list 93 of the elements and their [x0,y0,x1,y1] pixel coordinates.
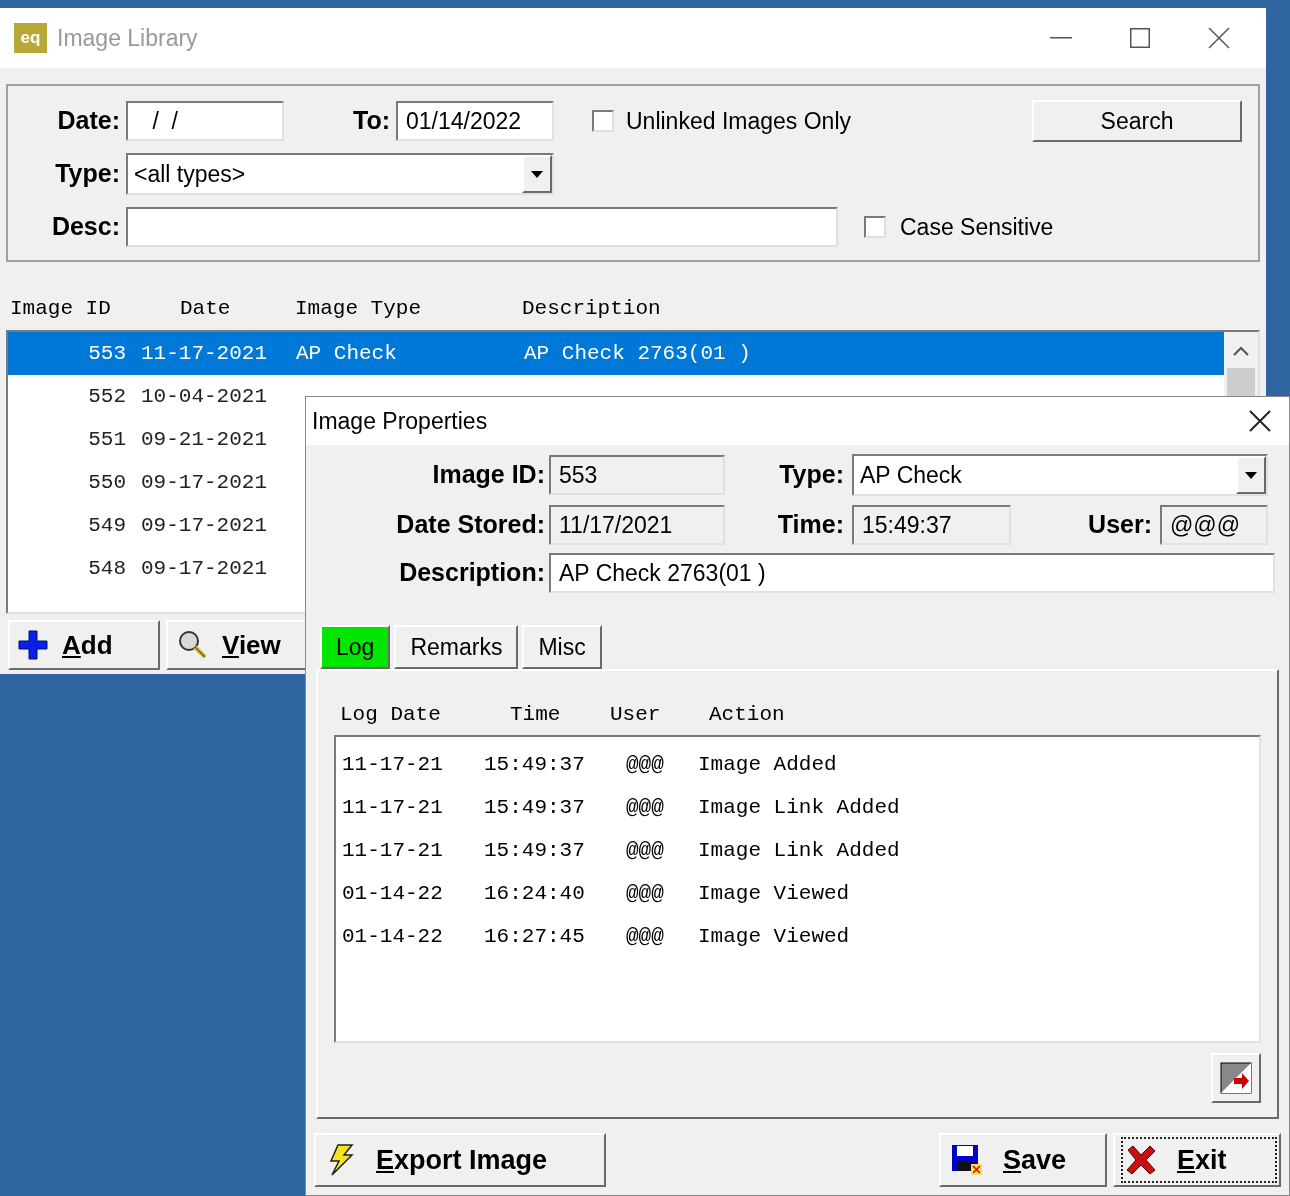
open-log-button[interactable] [1211,1053,1261,1103]
description-field[interactable] [126,207,838,247]
caret-icon [1245,471,1257,479]
dialog-button[interactable]: Export Image [314,1133,606,1187]
column-header[interactable]: Image Type [295,293,522,325]
image-id-field: 553 [549,455,725,495]
date-stored-field: 11/17/2021 [549,505,725,545]
cross-icon [1125,1144,1157,1176]
column-header: User [610,702,662,729]
id-cell-text: 548 [87,555,126,582]
log-action-cell-text: Image Link Added [698,837,900,864]
log-date-cell-text: 11-17-21 [342,837,444,864]
checkbox[interactable] [864,216,886,238]
user-label: User: [1087,509,1153,541]
to-label: To: [352,105,391,137]
date-cell-text: 10-04-2021 [141,383,269,410]
description-field[interactable]: AP Check 2763(01 ) [549,553,1275,593]
time-label: Time: [776,509,845,541]
log-action-cell-text: Image Link Added [698,794,900,821]
date-cell-text: 09-17-2021 [141,555,269,582]
date-cell-text: 09-17-2021 [141,512,269,539]
id-cell-text: 550 [87,469,126,496]
minimize-icon[interactable] [1050,37,1072,39]
unlinked-only-label: Unlinked Images Only [626,106,851,136]
description-cell-text: AP Check 2763(01 ) [524,340,751,367]
column-header[interactable]: Image ID [10,293,180,325]
close-icon[interactable] [1249,410,1271,432]
log-date-cell-text: 11-17-21 [342,794,444,821]
tab[interactable]: Misc [522,625,602,669]
plus-icon [18,630,48,660]
dialog-button[interactable]: Exit [1113,1133,1281,1187]
log-date-cell-text: 11-17-21 [342,751,444,778]
column-header[interactable]: Description [522,293,822,325]
dialog-title: Image Properties [312,406,488,436]
search-button[interactable]: Search [1032,100,1242,142]
toolbar-button[interactable]: Add [8,620,160,670]
dropdown-button[interactable] [1236,456,1266,494]
log-time-cell-text: 15:49:37 [484,751,586,778]
log-action-cell-text: Image Viewed [698,880,850,907]
log-action-cell-text: Image Viewed [698,923,850,950]
caret-icon [531,170,543,178]
column-header: Log Date [340,702,442,729]
maximize-icon[interactable] [1130,28,1150,48]
tab[interactable]: Log [320,625,391,669]
date-label: Date: [56,105,121,137]
window-title: Image Library [57,23,198,53]
type-dropdown[interactable]: AP Check [852,454,1268,496]
id-cell-text: 553 [87,340,126,367]
log-date-cell-text: 01-14-22 [342,880,444,907]
log-date-cell-text: 01-14-22 [342,923,444,950]
image-id-label: Image ID: [431,459,546,491]
time-field: 15:49:37 [852,505,1011,545]
column-header: Time [510,702,562,729]
dropdown-button[interactable] [522,155,552,193]
type-cell-text: AP Check [296,340,398,367]
date-field[interactable]: / / [126,101,284,141]
arrow-into-box-icon [1220,1062,1252,1094]
floppy-disk-icon [951,1144,983,1176]
date-cell-text: 11-17-2021 [141,340,269,367]
log-time-cell-text: 16:24:40 [484,880,586,907]
type-dropdown[interactable]: <all types> [126,153,554,195]
log-action-cell-text: Image Added [698,751,837,778]
id-cell-text: 551 [87,426,126,453]
log-user-cell-text: @@@ [626,794,665,821]
magnifier-icon [176,629,208,661]
date-cell-text: 09-17-2021 [141,469,269,496]
date-stored-label: Date Stored: [395,509,546,541]
type-label: Type: [54,158,121,190]
tab[interactable]: Remarks [394,625,519,669]
log-user-cell-text: @@@ [626,880,665,907]
scroll-up-icon[interactable] [1233,346,1249,356]
to-date-field[interactable]: 01/14/2022 [396,101,554,141]
close-icon[interactable] [1208,27,1230,49]
case-sensitive-label: Case Sensitive [900,212,1054,242]
column-header[interactable]: Date [180,293,295,325]
log-time-cell-text: 16:27:45 [484,923,586,950]
description-label: Description: [398,557,546,589]
log-user-cell-text: @@@ [626,751,665,778]
log-time-cell-text: 15:49:37 [484,837,586,864]
log-time-cell-text: 15:49:37 [484,794,586,821]
user-field: @@@ [1160,505,1268,545]
id-cell-text: 549 [87,512,126,539]
type-label: Type: [778,459,845,491]
list-row[interactable]: 553 11-17-2021 AP Check AP Check 2763(01 ) [8,332,1224,375]
date-cell-text: 09-21-2021 [141,426,269,453]
app-icon: eq [14,23,47,53]
id-cell-text: 552 [87,383,126,410]
column-header: Action [709,702,785,729]
dialog-button[interactable]: Save [939,1133,1107,1187]
log-user-cell-text: @@@ [626,837,665,864]
desc-label: Desc: [50,211,121,243]
checkbox[interactable] [592,110,614,132]
log-user-cell-text: @@@ [626,923,665,950]
